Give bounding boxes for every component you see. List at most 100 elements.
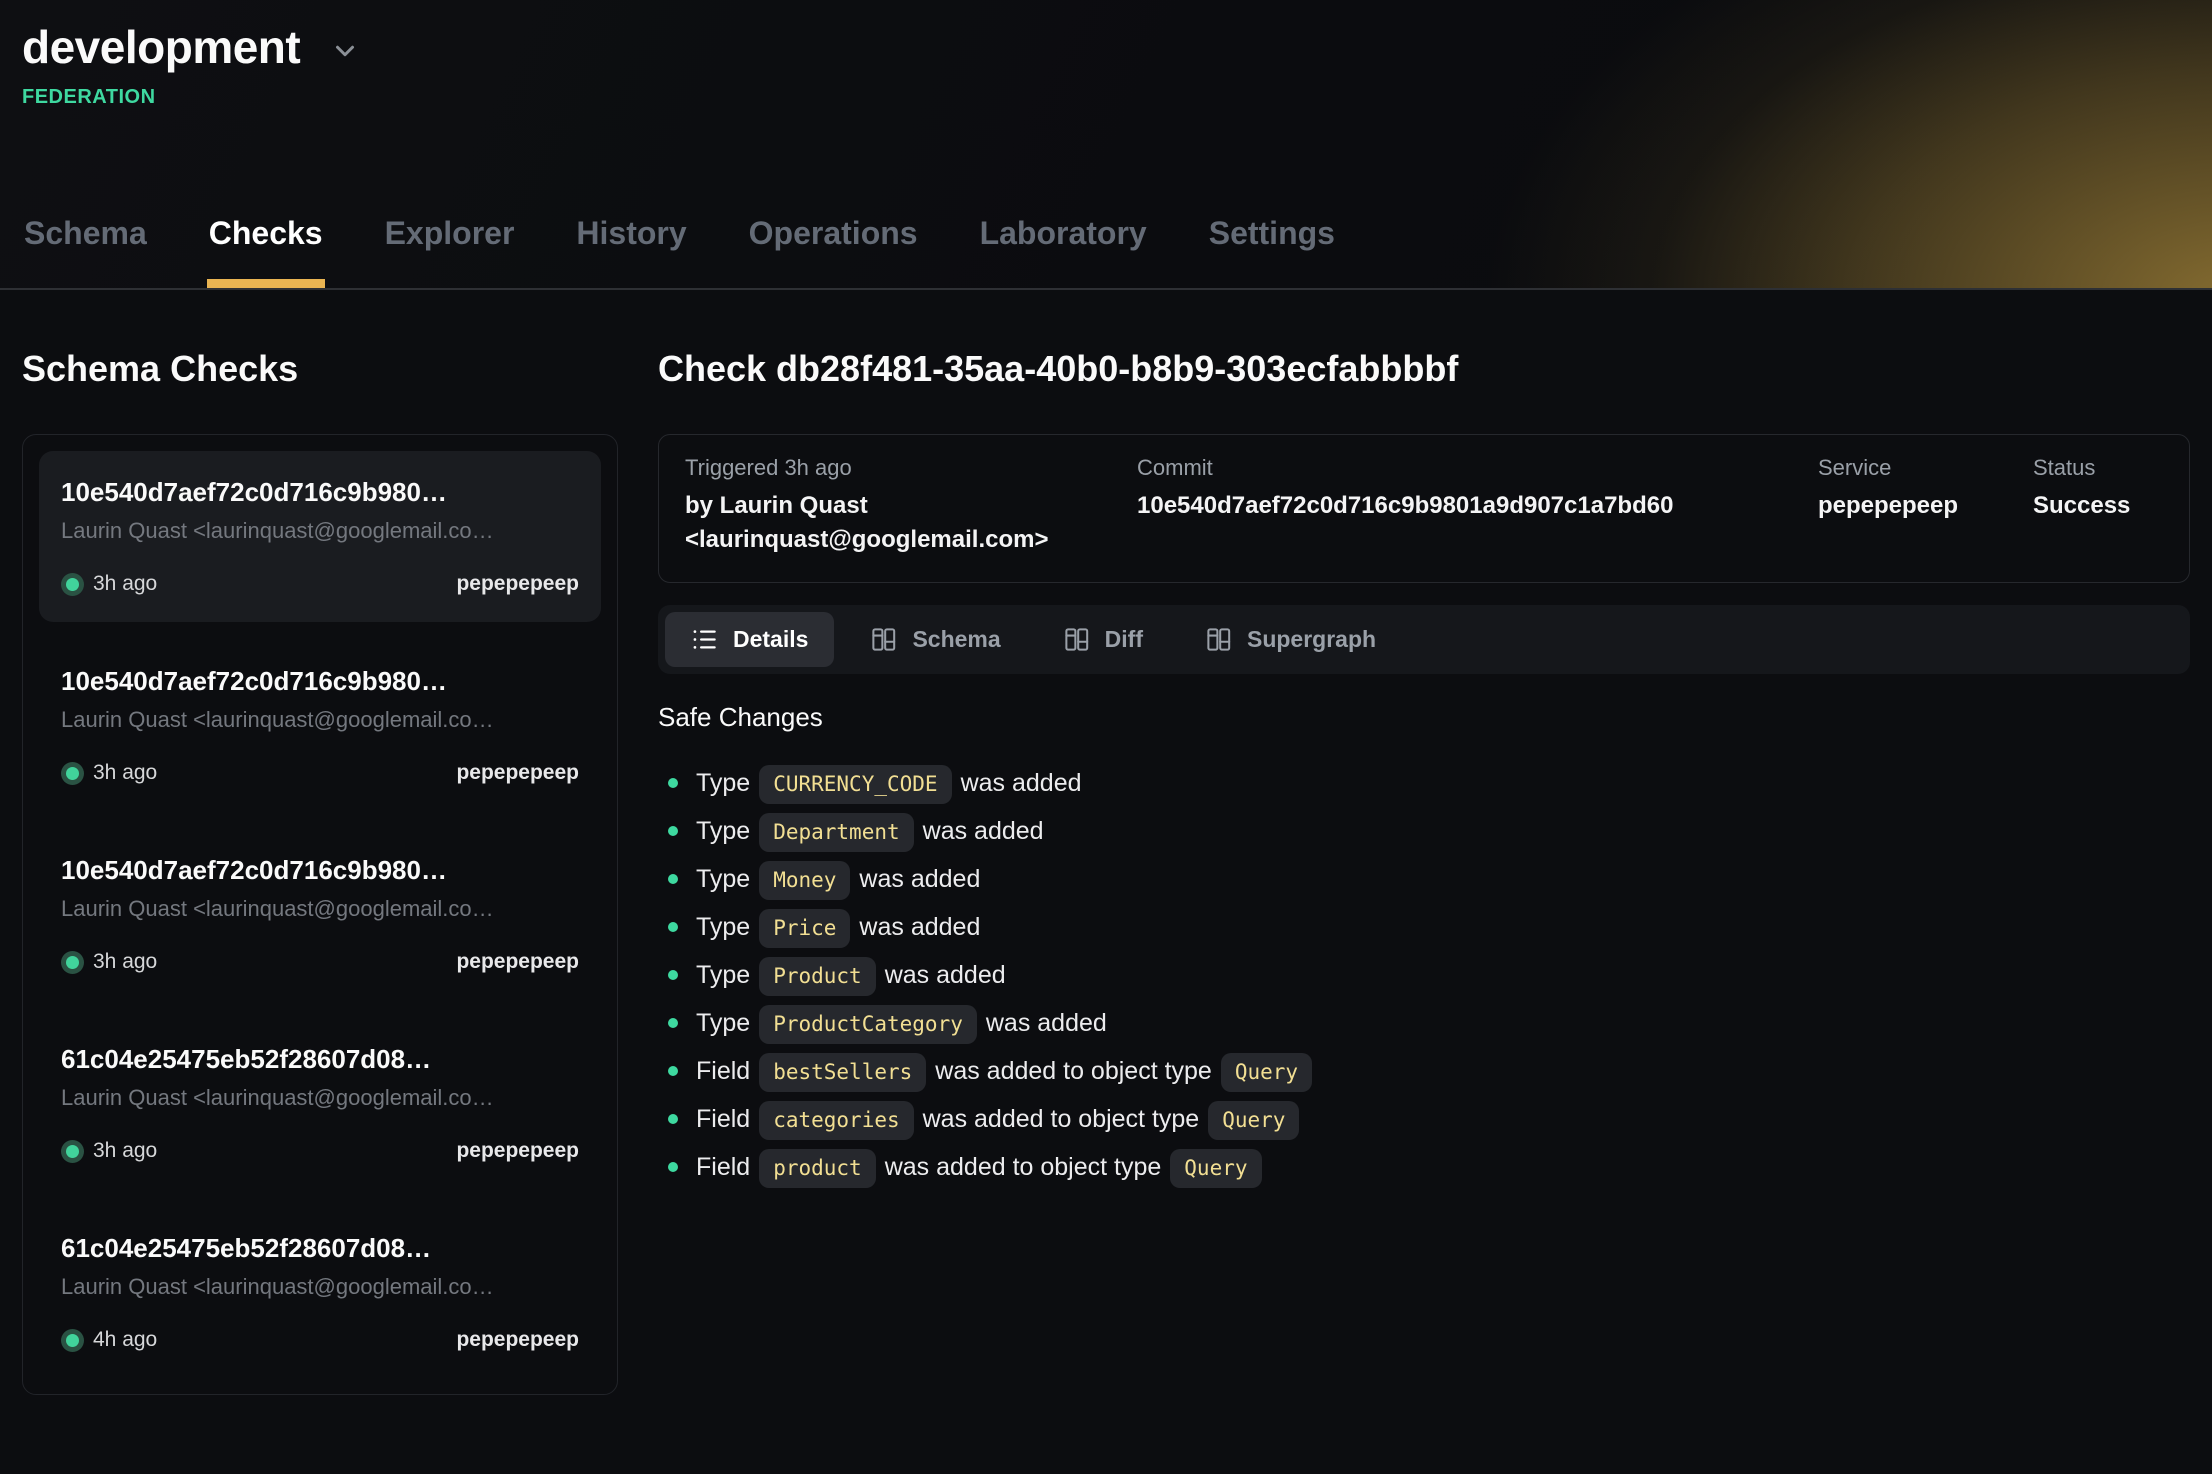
- meta-service-label: Service: [1818, 455, 2013, 481]
- detail-tab-label: Supergraph: [1247, 626, 1376, 653]
- change-code-chip: Product: [759, 957, 876, 996]
- change-prefix: Type: [696, 769, 750, 797]
- changes-section-title: Safe Changes: [658, 702, 2190, 733]
- tab-explorer[interactable]: Explorer: [383, 215, 517, 288]
- change-list-item: TypeDepartmentwas added: [658, 807, 2190, 855]
- detail-tab-label: Schema: [912, 626, 1000, 653]
- detail-tab-label: Diff: [1105, 626, 1143, 653]
- checks-list-title: Schema Checks: [22, 348, 618, 390]
- main-tab-label: Operations: [749, 215, 918, 251]
- change-code-chip: categories: [759, 1101, 913, 1140]
- check-footer: 4h ago pepepepeep: [61, 1328, 579, 1352]
- detail-tab-details[interactable]: Details: [665, 612, 834, 667]
- check-author: Laurin Quast <laurinquast@googlemail.co…: [61, 518, 579, 544]
- tab-settings[interactable]: Settings: [1207, 215, 1337, 288]
- change-suffix: was added: [859, 865, 980, 893]
- change-prefix: Type: [696, 961, 750, 989]
- check-service: pepepepeep: [456, 572, 579, 596]
- change-list-item: Type Product was added: [658, 951, 2190, 999]
- meta-service: Service pepepepeep: [1818, 455, 2033, 556]
- status-dot-icon: [66, 578, 79, 591]
- checks-list: 10e540d7aef72c0d716c9b980… Laurin Quast …: [22, 434, 618, 1395]
- meta-status: Status Success: [2033, 455, 2163, 556]
- detail-tab-supergraph[interactable]: Supergraph: [1179, 612, 1402, 667]
- change-suffix: was added: [923, 817, 1044, 845]
- change-code-chip: Price: [759, 909, 850, 948]
- change-prefix: Field: [696, 1105, 750, 1133]
- check-author: Laurin Quast <laurinquast@googlemail.co…: [61, 707, 579, 733]
- change-prefix: Field: [696, 1153, 750, 1181]
- change-prefix: Type: [696, 913, 750, 941]
- meta-status-label: Status: [2033, 455, 2163, 481]
- changes-list: TypeCURRENCY_CODEwas addedTypeDepartment…: [658, 759, 2190, 1191]
- check-list-item[interactable]: 10e540d7aef72c0d716c9b980… Laurin Quast …: [39, 640, 601, 811]
- meta-triggered-value: by Laurin Quast <laurinquast@googlemail.…: [685, 489, 1117, 556]
- tab-checks[interactable]: Checks: [207, 215, 325, 288]
- schema-checks-panel: Schema Checks 10e540d7aef72c0d716c9b980……: [22, 290, 618, 1395]
- change-list-item: Fieldproductwas added to object typeQuer…: [658, 1143, 2190, 1191]
- meta-triggered: Triggered 3h ago by Laurin Quast <laurin…: [685, 455, 1137, 556]
- header: development FEDERATION Schema Checks Exp…: [0, 0, 2212, 290]
- change-suffix: was added to object type: [935, 1057, 1212, 1085]
- meta-commit: Commit 10e540d7aef72c0d716c9b9801a9d907c…: [1137, 455, 1818, 556]
- tab-operations[interactable]: Operations: [747, 215, 920, 288]
- change-code-chip: ProductCategory: [759, 1005, 977, 1044]
- tab-schema[interactable]: Schema: [22, 215, 149, 288]
- main-tab-label: Schema: [24, 215, 147, 251]
- main-tab-label: Settings: [1209, 215, 1335, 251]
- check-time: 3h ago: [93, 761, 157, 785]
- check-footer: 3h ago pepepepeep: [61, 761, 579, 785]
- change-code-chip: Money: [759, 861, 850, 900]
- change-list-item: Field bestSellers was added to object type…: [658, 1047, 2190, 1095]
- check-time: 4h ago: [93, 1328, 157, 1352]
- status-dot-icon: [66, 767, 79, 780]
- check-author: Laurin Quast <laurinquast@googlemail.co…: [61, 1085, 579, 1111]
- check-list-item[interactable]: 10e540d7aef72c0d716c9b980… Laurin Quast …: [39, 829, 601, 1000]
- tab-history[interactable]: History: [574, 215, 688, 288]
- check-time: 3h ago: [93, 950, 157, 974]
- detail-tab-diff[interactable]: Diff: [1037, 612, 1169, 667]
- status-dot-icon: [66, 1334, 79, 1347]
- main-tab-label: History: [576, 215, 686, 251]
- meta-service-value: pepepepeep: [1818, 489, 2013, 523]
- change-suffix: was added: [961, 769, 1082, 797]
- meta-commit-label: Commit: [1137, 455, 1798, 481]
- change-prefix: Type: [696, 817, 750, 845]
- change-object-type-chip: Query: [1208, 1101, 1299, 1140]
- page-title: development: [22, 20, 300, 74]
- check-list-item[interactable]: 61c04e25475eb52f28607d08… Laurin Quast <…: [39, 1207, 601, 1378]
- change-code-chip: product: [759, 1149, 876, 1188]
- list-icon: [691, 626, 718, 653]
- check-list-item[interactable]: 10e540d7aef72c0d716c9b980… Laurin Quast …: [39, 451, 601, 622]
- change-prefix: Type: [696, 1009, 750, 1037]
- check-detail-panel: Check db28f481-35aa-40b0-b8b9-303ecfabbb…: [658, 290, 2190, 1191]
- change-prefix: Field: [696, 1057, 750, 1085]
- check-author: Laurin Quast <laurinquast@googlemail.co…: [61, 1274, 579, 1300]
- check-id: 10e540d7aef72c0d716c9b980…: [61, 477, 579, 508]
- check-id: 10e540d7aef72c0d716c9b980…: [61, 855, 579, 886]
- check-time: 3h ago: [93, 572, 157, 596]
- change-suffix: was added: [885, 961, 1006, 989]
- change-suffix: was added: [986, 1009, 1107, 1037]
- check-service: pepepepeep: [456, 1328, 579, 1352]
- tab-laboratory[interactable]: Laboratory: [978, 215, 1149, 288]
- change-list-item: Type ProductCategory was added: [658, 999, 2190, 1047]
- check-list-item[interactable]: 61c04e25475eb52f28607d08… Laurin Quast <…: [39, 1018, 601, 1189]
- check-meta-box: Triggered 3h ago by Laurin Quast <laurin…: [658, 434, 2190, 583]
- target-row: development: [22, 20, 2190, 74]
- detail-tab-schema[interactable]: Schema: [844, 612, 1026, 667]
- change-suffix: was added to object type: [923, 1105, 1200, 1133]
- change-list-item: TypeCURRENCY_CODEwas added: [658, 759, 2190, 807]
- change-object-type-chip: Query: [1221, 1053, 1312, 1092]
- meta-status-value: Success: [2033, 489, 2163, 523]
- change-object-type-chip: Query: [1170, 1149, 1261, 1188]
- change-code-chip: bestSellers: [759, 1053, 926, 1092]
- check-time: 3h ago: [93, 1139, 157, 1163]
- meta-triggered-label: Triggered 3h ago: [685, 455, 1117, 481]
- chevron-down-icon[interactable]: [330, 36, 360, 66]
- main-tab-label: Explorer: [385, 215, 515, 251]
- columns-icon: [1063, 626, 1090, 653]
- main-content: Schema Checks 10e540d7aef72c0d716c9b980……: [0, 290, 2212, 1395]
- change-prefix: Type: [696, 865, 750, 893]
- check-footer: 3h ago pepepepeep: [61, 950, 579, 974]
